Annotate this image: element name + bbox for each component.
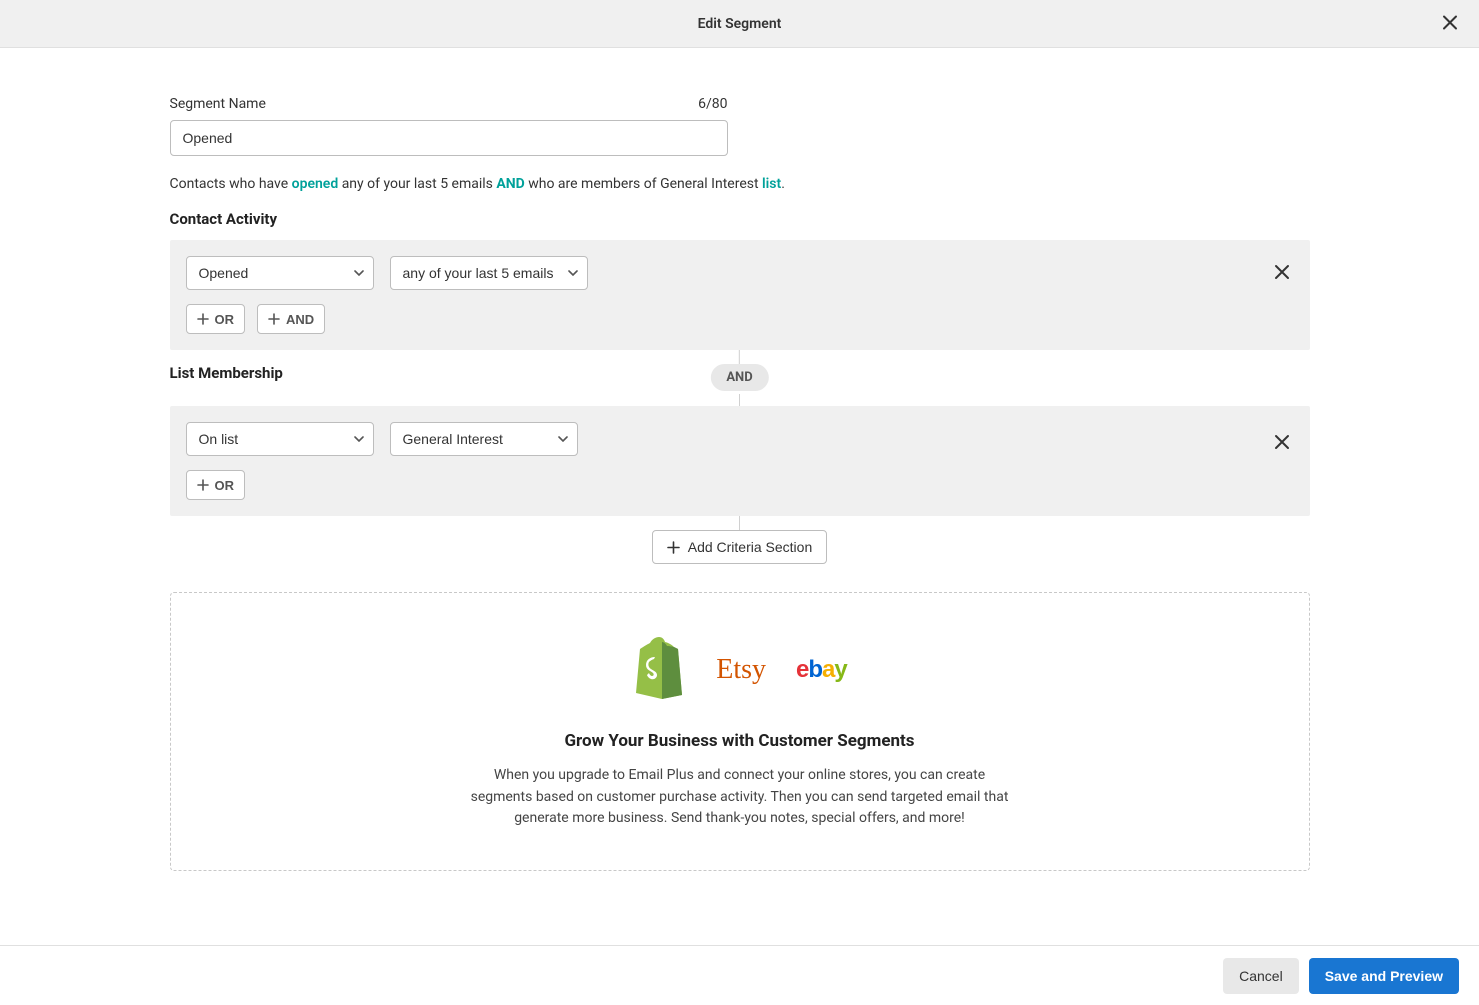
close-button[interactable] — [1437, 9, 1463, 38]
shopify-logo-icon — [632, 637, 686, 703]
scope-select[interactable]: any of your last 5 emails — [390, 256, 589, 290]
cancel-button[interactable]: Cancel — [1223, 958, 1299, 994]
close-icon — [1274, 264, 1290, 280]
segment-summary: Contacts who have opened any of your las… — [170, 176, 1310, 192]
remove-criteria-button[interactable] — [1270, 430, 1294, 457]
plus-icon — [197, 479, 209, 491]
connector-line — [739, 394, 740, 406]
segment-name-input[interactable] — [170, 120, 728, 156]
add-criteria-section-button[interactable]: Add Criteria Section — [652, 530, 828, 564]
char-count: 6/80 — [698, 96, 727, 112]
modal-footer: Cancel Save and Preview — [0, 945, 1479, 1005]
summary-and-keyword: AND — [496, 176, 524, 192]
plus-icon — [197, 313, 209, 325]
list-operator-select[interactable]: On list — [186, 422, 374, 456]
plus-icon — [667, 541, 680, 554]
close-icon — [1274, 434, 1290, 450]
add-or-button[interactable]: OR — [186, 304, 246, 334]
close-icon — [1441, 13, 1459, 31]
save-and-preview-button[interactable]: Save and Preview — [1309, 958, 1459, 994]
plus-icon — [268, 313, 280, 325]
promo-title: Grow Your Business with Customer Segment… — [191, 731, 1289, 751]
etsy-logo-icon: Etsy — [716, 654, 766, 686]
remove-criteria-button[interactable] — [1270, 260, 1294, 287]
list-membership-heading: List Membership — [170, 364, 283, 382]
modal-title: Edit Segment — [698, 16, 782, 32]
segment-name-label: Segment Name — [170, 96, 266, 112]
upsell-promo: Etsy ebay Grow Your Business with Custom… — [170, 592, 1310, 871]
connector-line — [739, 516, 740, 530]
add-or-button[interactable]: OR — [186, 470, 246, 500]
promo-body: When you upgrade to Email Plus and conne… — [470, 765, 1010, 830]
contact-activity-block: Opened any of your last 5 emails OR AND — [170, 240, 1310, 350]
modal-header: Edit Segment — [0, 0, 1479, 48]
connector-line — [739, 350, 740, 364]
action-select[interactable]: Opened — [186, 256, 374, 290]
ebay-logo-icon: ebay — [796, 656, 847, 684]
add-and-button[interactable]: AND — [257, 304, 325, 334]
contact-activity-heading: Contact Activity — [170, 210, 1310, 228]
summary-opened-keyword: opened — [292, 176, 339, 192]
connector-and-pill: AND — [710, 364, 768, 391]
list-name-select[interactable]: General Interest — [390, 422, 578, 456]
summary-list-keyword: list — [762, 176, 781, 192]
list-membership-block: On list General Interest OR — [170, 406, 1310, 516]
